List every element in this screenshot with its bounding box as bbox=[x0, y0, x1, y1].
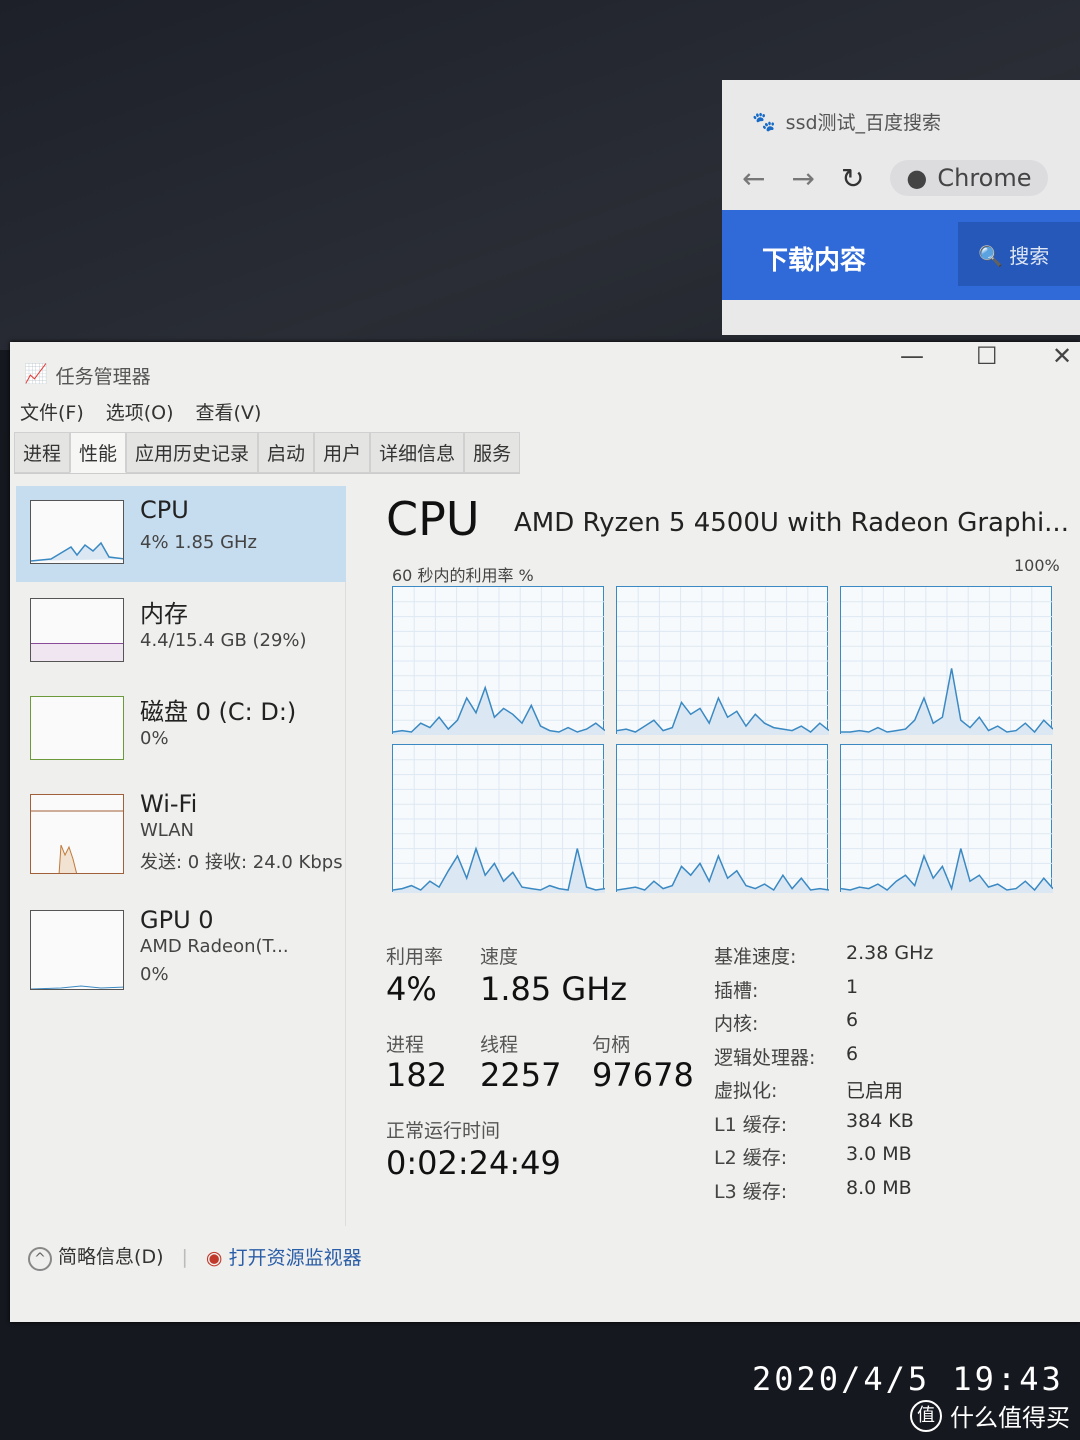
search-icon: 🔍 bbox=[978, 244, 1003, 268]
download-bar: 下载内容 🔍 搜索 bbox=[722, 210, 1080, 300]
task-manager-window: 📈 任务管理器 — ☐ ✕ 文件(F) 选项(O) 查看(V) 进程 性能 应用历… bbox=[10, 342, 1080, 1322]
omnibox[interactable]: ● Chrome bbox=[890, 160, 1048, 196]
baidu-paw-icon: 🐾 bbox=[752, 111, 776, 133]
tab-app-history[interactable]: 应用历史记录 bbox=[126, 432, 259, 473]
fewer-details-button[interactable]: ^ 简略信息(D) bbox=[28, 1242, 164, 1271]
spec-value: 3.0 MB bbox=[846, 1143, 912, 1165]
gpu-thumbnail bbox=[30, 910, 124, 990]
spec-value: 8.0 MB bbox=[846, 1176, 912, 1199]
utilization-label: 60 秒内的利用率 % bbox=[392, 566, 534, 585]
sidebar-item-disk[interactable]: 磁盘 0 (C: D:) 0% bbox=[16, 682, 346, 778]
core-graph-3 bbox=[392, 744, 606, 893]
sidebar-item-wifi[interactable]: Wi-Fi WLAN 发送: 0 接收: 24.0 Kbps bbox=[16, 780, 346, 890]
chrome-tab[interactable]: 🐾 ssd测试_百度搜索 bbox=[752, 108, 941, 135]
window-title: 任务管理器 bbox=[55, 366, 151, 388]
forward-icon[interactable]: → bbox=[791, 162, 814, 195]
cpu-thumbnail bbox=[30, 500, 124, 564]
resource-sidebar: CPU 4% 1.85 GHz 内存 4.4/15.4 GB (29%) 磁盘 … bbox=[16, 486, 346, 1226]
uptime-value: 0:02:24:49 bbox=[386, 1144, 561, 1182]
disk-thumbnail bbox=[30, 696, 124, 760]
menu-bar: 文件(F) 选项(O) 查看(V) bbox=[20, 398, 261, 425]
search-button[interactable]: 🔍 搜索 bbox=[958, 222, 1080, 286]
close-button[interactable]: ✕ bbox=[1052, 342, 1072, 370]
open-resource-monitor-link[interactable]: ◉ 打开资源监视器 bbox=[206, 1243, 362, 1270]
spec-label: 逻辑处理器: bbox=[714, 1046, 816, 1069]
spec-value: 已启用 bbox=[846, 1080, 904, 1102]
watermark: 值什么值得买 bbox=[910, 1398, 1070, 1433]
core-graph-1 bbox=[616, 586, 830, 735]
tab-users[interactable]: 用户 bbox=[314, 432, 371, 473]
tab-bar: 进程 性能 应用历史记录 启动 用户 详细信息 服务 bbox=[14, 432, 521, 474]
spec-value: 6 bbox=[846, 1009, 859, 1031]
resource-monitor-icon: ◉ bbox=[205, 1247, 223, 1269]
sidebar-item-gpu[interactable]: GPU 0 AMD Radeon(T... 0% bbox=[16, 896, 346, 1006]
speed-value: 1.85 GHz bbox=[480, 970, 628, 1008]
menu-view[interactable]: 查看(V) bbox=[196, 398, 262, 425]
spec-value: 2.38 GHz bbox=[846, 942, 934, 964]
spec-label: L1 缓存: bbox=[714, 1113, 788, 1136]
menu-options[interactable]: 选项(O) bbox=[106, 398, 174, 425]
cpu-model: AMD Ryzen 5 4500U with Radeon Graphi... bbox=[514, 508, 1069, 538]
photo-timestamp: 2020/4/5 19:43 bbox=[752, 1360, 1064, 1398]
page-title: CPU bbox=[386, 492, 480, 546]
footer: ^ 简略信息(D) | ◉ 打开资源监视器 bbox=[28, 1242, 362, 1271]
spec-label: 基准速度: bbox=[714, 946, 797, 968]
sidebar-item-memory[interactable]: 内存 4.4/15.4 GB (29%) bbox=[16, 584, 346, 680]
chrome-icon: ● bbox=[906, 164, 928, 192]
chrome-window: 🐾 ssd测试_百度搜索 ← → ↻ ● Chrome 下载内容 🔍 搜索 bbox=[722, 80, 1080, 335]
tab-services[interactable]: 服务 bbox=[464, 432, 521, 473]
task-manager-icon: 📈 bbox=[24, 363, 48, 385]
memory-thumbnail bbox=[30, 598, 124, 662]
core-graph-2 bbox=[840, 586, 1054, 735]
wifi-thumbnail bbox=[30, 794, 124, 874]
spec-label: 内核: bbox=[714, 1013, 759, 1035]
handles-value: 97678 bbox=[592, 1056, 694, 1094]
core-graph-4 bbox=[616, 744, 830, 893]
minimize-button[interactable]: — bbox=[900, 342, 924, 370]
reload-icon[interactable]: ↻ bbox=[841, 162, 864, 195]
back-icon[interactable]: ← bbox=[742, 162, 765, 195]
spec-label: 虚拟化: bbox=[714, 1080, 778, 1102]
core-graph-5 bbox=[840, 744, 1054, 893]
spec-label: 插槽: bbox=[714, 979, 759, 1002]
threads-value: 2257 bbox=[480, 1056, 562, 1094]
spec-value: 384 KB bbox=[846, 1109, 914, 1132]
watermark-logo-icon: 值 bbox=[910, 1399, 942, 1432]
processes-value: 182 bbox=[386, 1056, 448, 1094]
spec-label: L2 缓存: bbox=[714, 1147, 788, 1169]
menu-file[interactable]: 文件(F) bbox=[20, 398, 84, 425]
chevron-up-icon: ^ bbox=[28, 1247, 52, 1271]
maximize-button[interactable]: ☐ bbox=[976, 342, 998, 370]
spec-value: 1 bbox=[846, 975, 859, 998]
tab-startup[interactable]: 启动 bbox=[258, 432, 315, 473]
sidebar-item-cpu[interactable]: CPU 4% 1.85 GHz bbox=[16, 486, 346, 582]
spec-value: 6 bbox=[846, 1042, 859, 1065]
max-percent-label: 100% bbox=[1014, 556, 1060, 575]
core-graph-0 bbox=[392, 586, 606, 735]
download-label[interactable]: 下载内容 bbox=[762, 240, 866, 277]
tab-details[interactable]: 详细信息 bbox=[370, 432, 465, 473]
tab-processes[interactable]: 进程 bbox=[14, 432, 71, 473]
spec-label: L3 缓存: bbox=[714, 1180, 788, 1203]
utilization-value: 4% bbox=[386, 970, 437, 1008]
tab-performance[interactable]: 性能 bbox=[70, 432, 127, 473]
